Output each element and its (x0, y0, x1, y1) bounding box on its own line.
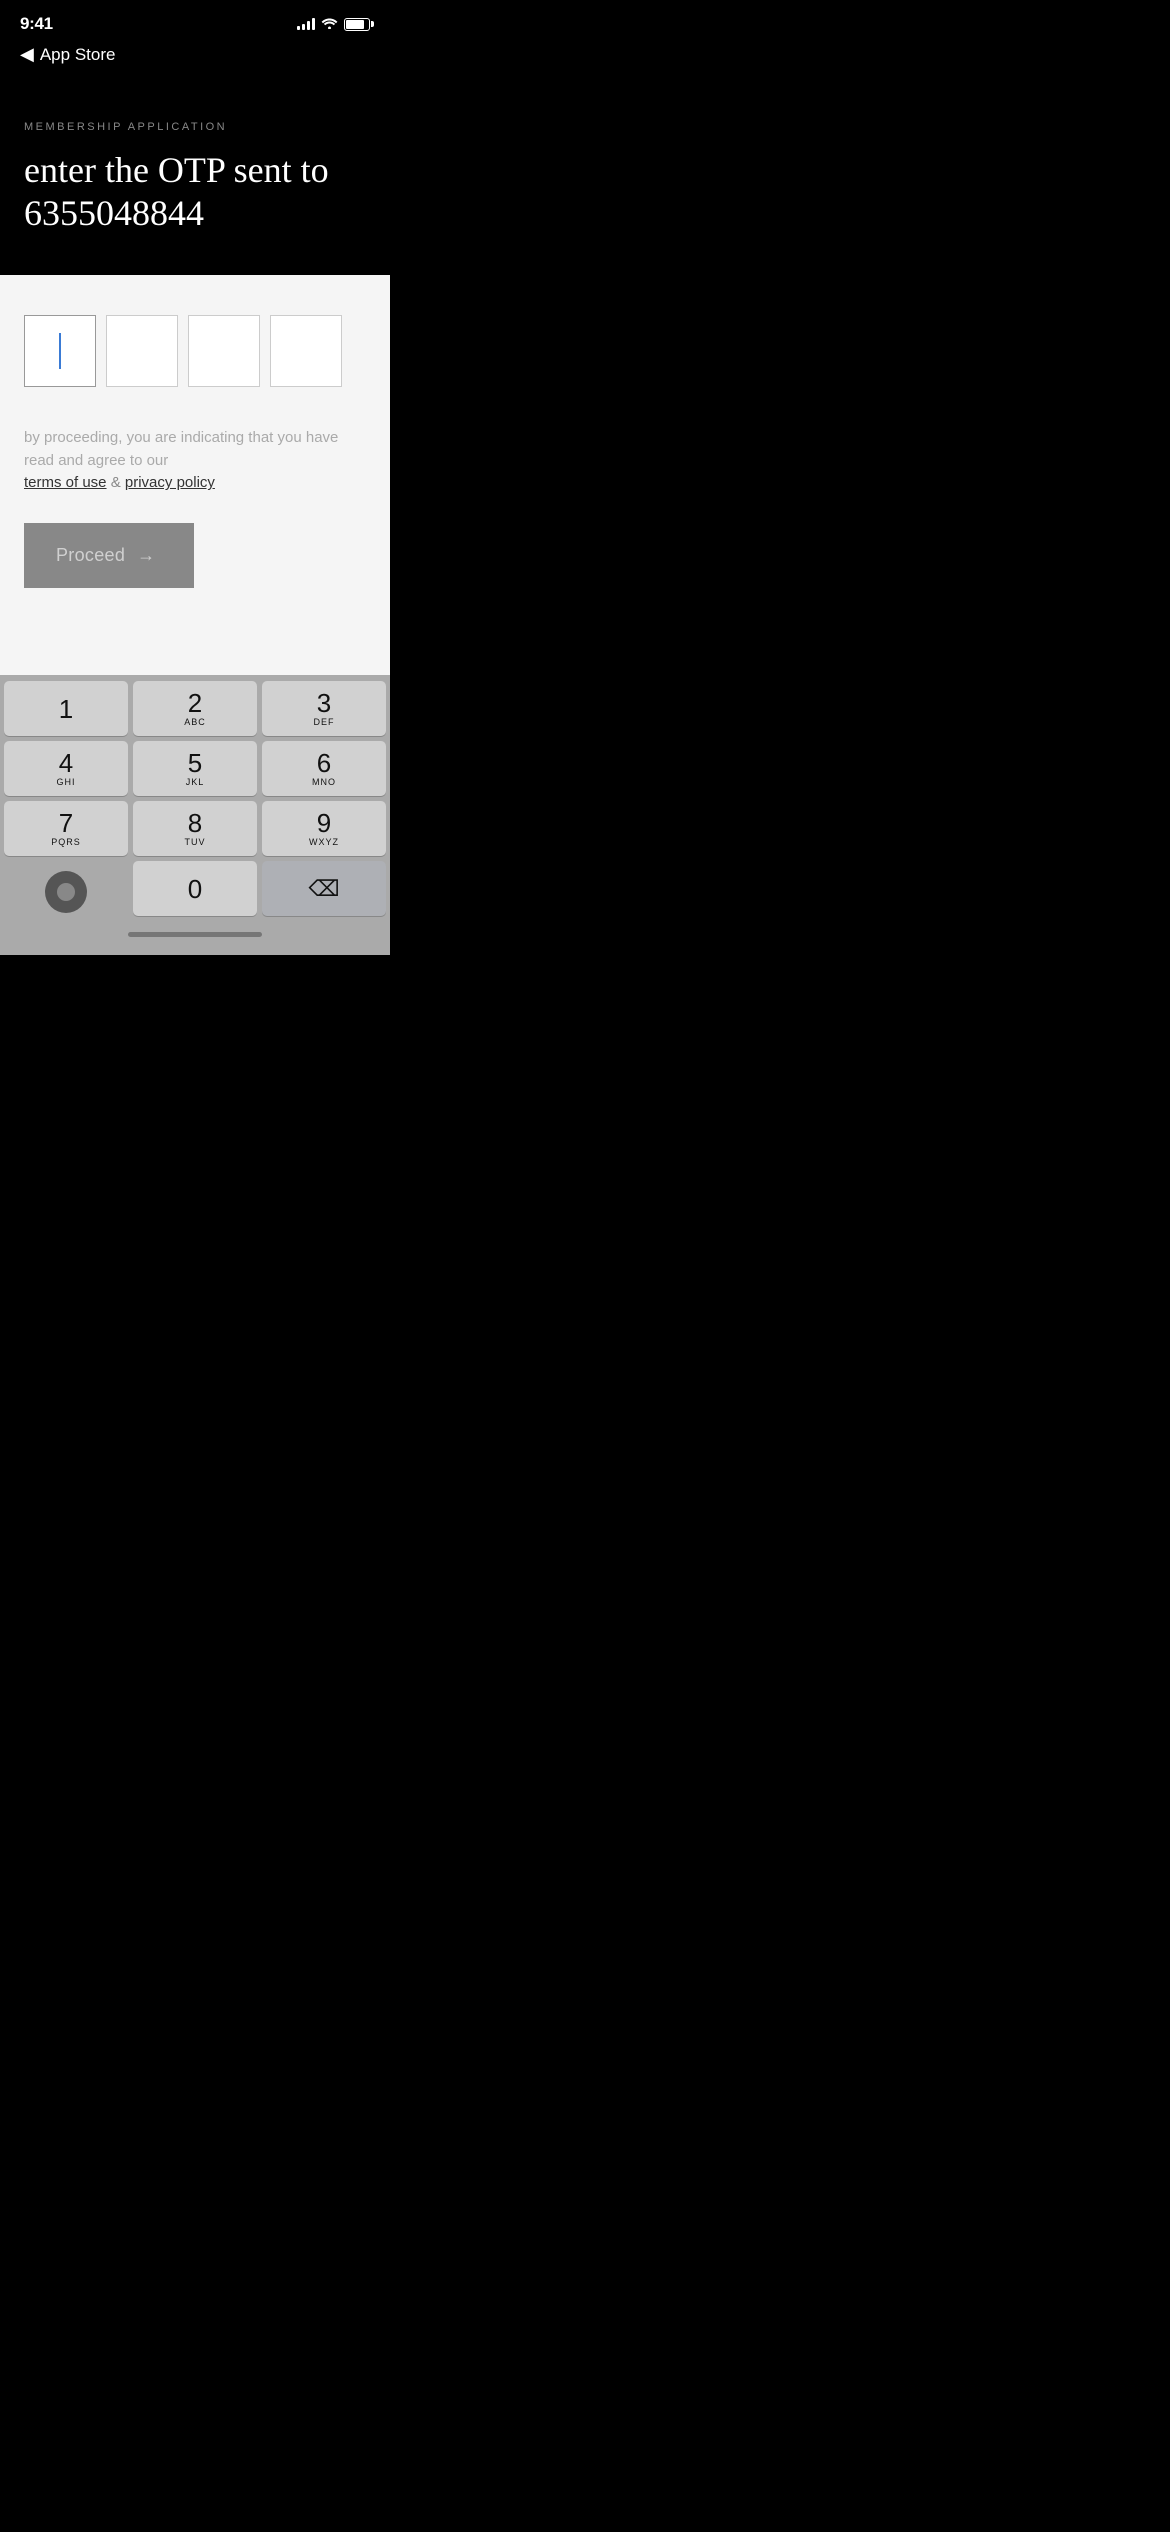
key-2[interactable]: 2 ABC (133, 681, 257, 736)
mic-button[interactable] (45, 871, 87, 913)
status-bar: 9:41 (0, 0, 390, 40)
nav-bar: ◀ App Store (0, 40, 390, 81)
status-icons (297, 16, 370, 32)
mic-icon (57, 883, 75, 901)
key-delete[interactable]: ⌫ (262, 861, 386, 916)
key-1[interactable]: 1 (4, 681, 128, 736)
section-label: MEMBERSHIP APPLICATION (24, 121, 366, 133)
key-8[interactable]: 8 TUV (133, 801, 257, 856)
proceed-button[interactable]: Proceed → (24, 523, 194, 588)
keyboard: 1 2 ABC 3 DEF 4 GHI 5 JKL 6 MNO 7 PQRS (0, 675, 390, 955)
page-title: enter the OTP sent to 6355048844 (24, 149, 366, 235)
delete-icon: ⌫ (308, 876, 339, 902)
otp-cursor (59, 333, 61, 369)
battery-icon (344, 18, 370, 31)
keyboard-row-1: 1 2 ABC 3 DEF (4, 681, 386, 736)
key-7[interactable]: 7 PQRS (4, 801, 128, 856)
home-indicator (128, 932, 262, 937)
status-time: 9:41 (20, 14, 53, 34)
key-6[interactable]: 6 MNO (262, 741, 386, 796)
keyboard-row-4: 0 ⌫ (4, 861, 386, 916)
terms-text: by proceeding, you are indicating that y… (24, 427, 364, 495)
otp-box-1[interactable] (24, 315, 96, 387)
key-3[interactable]: 3 DEF (262, 681, 386, 736)
key-0[interactable]: 0 (133, 861, 257, 916)
ampersand: & (111, 474, 121, 491)
home-indicator-area (4, 921, 386, 955)
otp-box-2[interactable] (106, 315, 178, 387)
key-mic-area (4, 861, 128, 916)
back-button[interactable]: ◀ App Store (20, 44, 115, 65)
wifi-icon (321, 16, 338, 32)
back-chevron-icon: ◀ (20, 44, 34, 65)
key-5[interactable]: 5 JKL (133, 741, 257, 796)
proceed-arrow-icon: → (137, 545, 155, 566)
otp-box-4[interactable] (270, 315, 342, 387)
keyboard-row-2: 4 GHI 5 JKL 6 MNO (4, 741, 386, 796)
key-4[interactable]: 4 GHI (4, 741, 128, 796)
keyboard-row-3: 7 PQRS 8 TUV 9 WXYZ (4, 801, 386, 856)
otp-input-group[interactable] (24, 315, 366, 387)
content-section: by proceeding, you are indicating that y… (0, 275, 390, 675)
otp-box-3[interactable] (188, 315, 260, 387)
signal-icon (297, 18, 315, 30)
key-9[interactable]: 9 WXYZ (262, 801, 386, 856)
terms-of-use-link[interactable]: terms of use (24, 474, 107, 491)
back-label: App Store (40, 45, 116, 65)
proceed-label: Proceed (56, 545, 125, 566)
header-section: MEMBERSHIP APPLICATION enter the OTP sen… (0, 81, 390, 275)
privacy-policy-link[interactable]: privacy policy (125, 474, 215, 491)
